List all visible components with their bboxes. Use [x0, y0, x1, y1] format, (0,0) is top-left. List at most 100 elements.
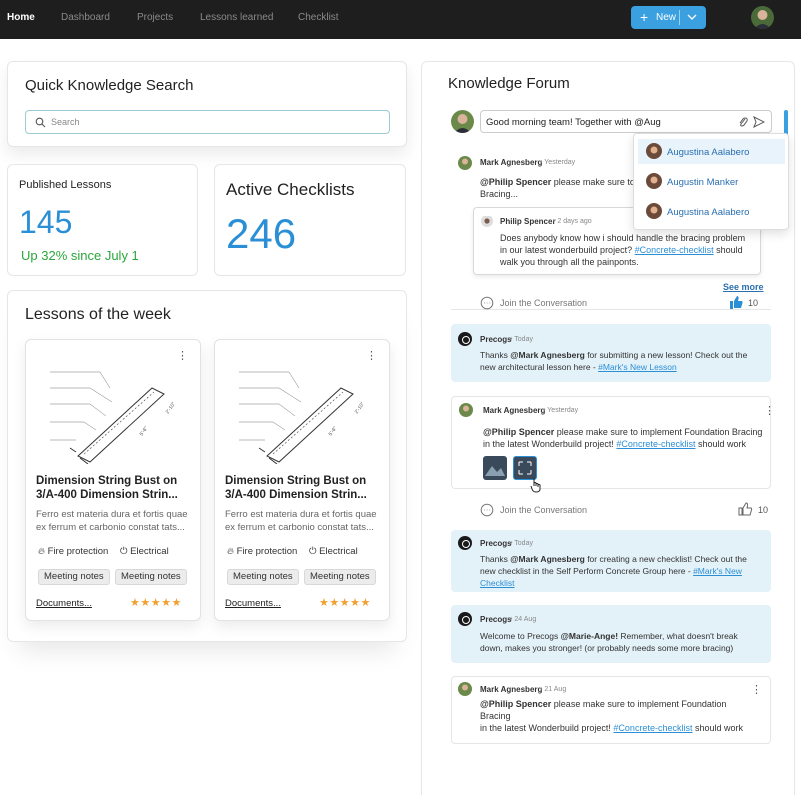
precogs-logo-icon	[458, 612, 472, 626]
more-options-icon[interactable]: ⋮	[751, 683, 762, 696]
chip-meeting-notes[interactable]: Meeting notes	[304, 569, 376, 585]
reply-time: • 2 days ago	[553, 218, 592, 225]
nav-checklist[interactable]: Checklist	[298, 12, 339, 23]
checklist-link[interactable]: #Mark's New	[693, 566, 742, 576]
lesson-description: Ferro est materia dura et fortis quae ex …	[36, 509, 188, 533]
search-input[interactable]: Search	[25, 110, 390, 134]
post-time: • Today	[510, 540, 533, 547]
plug-icon: ⏻	[309, 546, 317, 557]
svg-text:5'-6": 5'-6"	[328, 425, 339, 437]
nav-projects[interactable]: Projects	[137, 12, 173, 23]
lesson-title: Dimension String Bust on 3/A-400 Dimensio…	[225, 475, 367, 501]
quick-search-card	[7, 61, 407, 147]
new-button-label: New	[656, 12, 677, 23]
knowledge-forum-title: Knowledge Forum	[448, 75, 570, 92]
reply-avatar	[481, 215, 493, 227]
lesson-link[interactable]: #Mark's New Lesson	[598, 362, 677, 372]
reply-body: Does anybody know how i should handle th…	[500, 233, 746, 267]
reply-author: Philip Spencer	[500, 217, 556, 226]
chip-meeting-notes[interactable]: Meeting notes	[38, 569, 110, 585]
join-conversation-link[interactable]: Join the Conversation	[500, 505, 587, 515]
paperclip-icon[interactable]	[737, 116, 749, 128]
mention-avatar	[646, 173, 662, 189]
author-avatar	[458, 682, 472, 696]
user-avatar[interactable]	[751, 6, 774, 29]
precogs-logo-icon	[458, 332, 472, 346]
quick-search-title: Quick Knowledge Search	[25, 77, 194, 94]
post-body: Thanks @Mark Agnesberg for creating a ne…	[480, 554, 747, 588]
post-time: • Today	[510, 336, 533, 343]
chip-meeting-notes[interactable]: Meeting notes	[115, 569, 187, 585]
lesson-title: Dimension String Bust on 3/A-400 Dimensio…	[36, 475, 178, 501]
thumbs-up-icon[interactable]	[729, 295, 744, 309]
hand-cursor-icon	[530, 478, 541, 493]
post-body: Thanks @Mark Agnesberg for submitting a …	[480, 350, 748, 372]
tag-fire-protection: 🔥︎ Fire protection	[38, 546, 109, 557]
checklist-link[interactable]: Checklist	[480, 578, 514, 588]
hashtag-link[interactable]: #Concrete-checklist	[616, 439, 695, 449]
compose-value: Good morning team! Together with @Aug	[486, 117, 661, 128]
like-count: 10	[748, 298, 759, 308]
hashtag-link[interactable]: #Concrete-checklist	[613, 723, 692, 733]
lessons-of-week-title: Lessons of the week	[25, 306, 171, 323]
published-lessons-delta: Up 32% since July 1	[21, 248, 139, 263]
mention-dropdown: Augustina Aalabero Augustin Manker Augus…	[633, 133, 789, 230]
published-lessons-value: 145	[19, 204, 73, 240]
post-time: • 21 Aug	[540, 686, 567, 693]
active-checklists-value: 246	[226, 210, 297, 257]
mention-option[interactable]: Augustina Aalabero	[638, 199, 785, 224]
new-button-divider	[679, 10, 680, 25]
post-author: Precogs	[480, 335, 512, 344]
author-avatar	[458, 156, 472, 170]
more-options-icon[interactable]: ⋮	[366, 349, 377, 362]
post-body: @Philip Spencer please make sure to impl…	[480, 699, 743, 733]
like-count: 10	[758, 505, 769, 515]
post-time: • Yesterday	[543, 407, 579, 414]
send-icon[interactable]	[753, 116, 765, 128]
attachment-thumbnail[interactable]	[483, 456, 507, 480]
documents-link[interactable]: Documents...	[225, 598, 281, 609]
mention-option[interactable]: Augustina Aalabero	[638, 139, 785, 164]
chevron-down-icon[interactable]	[686, 10, 698, 24]
active-checklists-label: Active Checklists	[226, 180, 355, 199]
published-lessons-label: Published Lessons	[19, 179, 112, 191]
search-placeholder: Search	[51, 117, 80, 127]
post-time: • 24 Aug	[510, 616, 537, 623]
rating-stars: ★★★★★	[130, 597, 182, 609]
post-body: @Philip Spencer please make sure to impl…	[483, 427, 763, 449]
mention-option[interactable]: Augustin Manker	[638, 169, 785, 194]
mention-avatar	[646, 143, 662, 159]
lesson-card[interactable]: ⋮ 2'-10" 5'-6" Dimension String Bust on 3…	[25, 339, 201, 621]
tag-electrical: ⏻ Electrical	[309, 546, 358, 557]
nav-home[interactable]: Home	[7, 12, 35, 23]
post-body: Welcome to Precogs @Marie-Ange! Remember…	[480, 631, 738, 653]
plus-icon: +	[640, 9, 649, 25]
see-more-link[interactable]: See more	[723, 282, 764, 292]
lesson-card[interactable]: ⋮ 2'-10" 5'-6" Dimension String Bust on 3…	[214, 339, 390, 621]
post-author: Precogs	[480, 539, 512, 548]
join-conversation-link[interactable]: Join the Conversation	[500, 298, 587, 308]
hashtag-link[interactable]: #Concrete-checklist	[635, 245, 714, 255]
nav-lessons-learned[interactable]: Lessons learned	[200, 12, 273, 23]
lesson-description: Ferro est materia dura et fortis quae ex …	[225, 509, 377, 533]
more-options-icon[interactable]: ⋮	[177, 349, 188, 362]
lesson-drawing-image: 2'-10" 5'-6"	[50, 371, 177, 464]
rating-stars: ★★★★★	[319, 597, 371, 609]
svg-text:2'-10": 2'-10"	[354, 401, 366, 415]
new-button[interactable]: + New	[631, 6, 706, 29]
nav-dashboard[interactable]: Dashboard	[61, 12, 110, 23]
more-options-icon[interactable]: ⋮	[764, 404, 775, 417]
thumbs-up-icon[interactable]	[738, 502, 753, 516]
search-icon	[35, 117, 46, 128]
comment-icon[interactable]	[480, 503, 494, 517]
mention-avatar	[646, 203, 662, 219]
compose-input[interactable]: Good morning team! Together with @Aug	[480, 110, 772, 133]
author-avatar	[459, 403, 473, 417]
documents-link[interactable]: Documents...	[36, 598, 92, 609]
post-author: Mark Agnesberg	[480, 685, 543, 694]
compose-avatar	[451, 110, 474, 133]
comment-icon[interactable]	[480, 296, 494, 310]
post-body: @Philip Spencer please make sure to Braci…	[480, 177, 635, 199]
post-author: Mark Agnesberg	[483, 406, 546, 415]
chip-meeting-notes[interactable]: Meeting notes	[227, 569, 299, 585]
